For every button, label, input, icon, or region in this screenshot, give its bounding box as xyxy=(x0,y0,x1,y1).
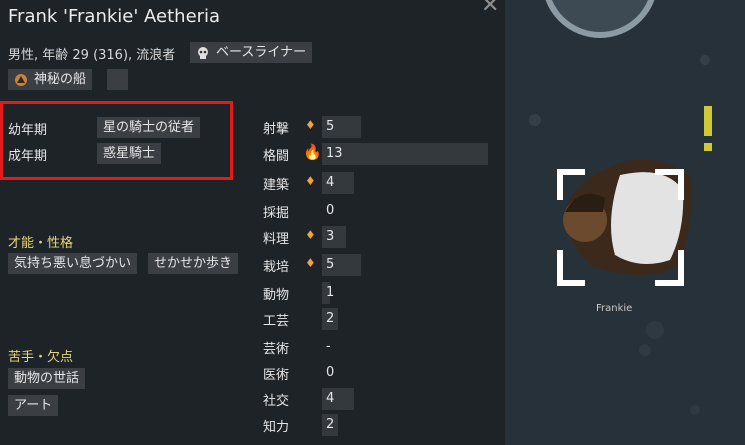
skill-name: 知力 xyxy=(263,420,290,435)
highlight-box xyxy=(0,101,233,180)
skill-level-bar xyxy=(322,143,488,165)
faction-label: 神秘の船 xyxy=(34,72,87,87)
skill-value: 4 xyxy=(326,391,335,406)
adulthood-label: 成年期 xyxy=(8,149,48,164)
skill-name: 格闘 xyxy=(263,149,290,164)
skill-row[interactable]: 格闘 🔥 13 xyxy=(263,143,488,165)
childhood-backstory[interactable]: 星の騎士の従者 xyxy=(97,117,201,138)
faction-chip[interactable]: 神秘の船 xyxy=(8,69,93,90)
skill-row[interactable]: 射撃 ♦ 5 xyxy=(263,116,443,138)
skill-row[interactable]: 採掘 0 xyxy=(263,200,443,222)
skill-value: 2 xyxy=(326,311,335,326)
skill-row[interactable]: 工芸 2 xyxy=(263,308,443,330)
pawn-name-label: Frankie xyxy=(596,303,633,314)
skill-row[interactable]: 栽培 ♦ 5 xyxy=(263,254,443,276)
empty-chip[interactable] xyxy=(107,69,128,90)
skill-value: 1 xyxy=(326,285,335,300)
minor-passion-icon: ♦ xyxy=(305,256,316,270)
incapable-chip[interactable]: 動物の世話 xyxy=(8,368,86,389)
skill-name: 建築 xyxy=(263,178,290,193)
skill-value: 13 xyxy=(326,146,343,161)
skull-icon xyxy=(198,46,208,59)
pawn-subtitle: 男性, 年齢 29 (316), 流浪者 xyxy=(8,48,176,63)
skill-value: 2 xyxy=(326,417,335,432)
skill-value: 5 xyxy=(326,257,335,272)
skill-row[interactable]: 動物 1 xyxy=(263,282,443,304)
skill-name: 採掘 xyxy=(263,206,290,221)
skill-name: 動物 xyxy=(263,288,290,303)
skill-name: 医術 xyxy=(263,368,290,383)
ideology-chip[interactable]: ベースライナー xyxy=(190,42,313,63)
close-icon[interactable]: ✕ xyxy=(481,0,499,18)
skill-value: 4 xyxy=(326,175,335,190)
skill-value: - xyxy=(326,339,331,354)
skill-name: 栽培 xyxy=(263,260,290,275)
skill-value: 3 xyxy=(326,229,335,244)
skill-row[interactable]: 芸術 - xyxy=(263,336,443,358)
skill-name: 社交 xyxy=(263,394,290,409)
trait-chip[interactable]: 気持ち悪い息づかい xyxy=(8,253,138,274)
skill-name: 射撃 xyxy=(263,122,290,137)
skill-value: 0 xyxy=(326,203,335,218)
faction-icon xyxy=(15,73,27,86)
pawn-name[interactable]: Frank 'Frankie' Aetheria xyxy=(8,6,220,27)
minor-passion-icon: ♦ xyxy=(305,174,316,188)
skill-name: 料理 xyxy=(263,232,290,247)
skill-row[interactable]: 知力 2 xyxy=(263,414,443,436)
skill-row[interactable]: 社交 4 xyxy=(263,388,443,410)
incapable-heading: 苦手・欠点 xyxy=(8,350,74,365)
game-map[interactable]: Frankie xyxy=(505,0,745,445)
incapable-chip[interactable]: アート xyxy=(8,395,59,416)
ideology-label: ベースライナー xyxy=(216,45,307,60)
skill-row[interactable]: 医術 0 xyxy=(263,362,443,384)
skill-value: 5 xyxy=(326,119,335,134)
alert-icon xyxy=(704,106,712,136)
trait-chip[interactable]: せかせか歩き xyxy=(148,253,239,274)
map-object xyxy=(545,0,655,38)
major-passion-icon: 🔥 xyxy=(303,143,322,161)
skill-name: 芸術 xyxy=(263,342,290,357)
childhood-label: 幼年期 xyxy=(8,123,48,138)
adulthood-backstory[interactable]: 惑星騎士 xyxy=(97,143,162,164)
map-canvas xyxy=(529,0,712,415)
skill-name: 工芸 xyxy=(263,314,290,329)
minor-passion-icon: ♦ xyxy=(305,228,316,242)
skill-row[interactable]: 料理 ♦ 3 xyxy=(263,226,443,248)
minor-passion-icon: ♦ xyxy=(305,118,316,132)
traits-heading: 才能・性格 xyxy=(8,236,74,251)
skill-row[interactable]: 建築 ♦ 4 xyxy=(263,172,443,194)
skill-value: 0 xyxy=(326,365,335,380)
character-panel: Frank 'Frankie' Aetheria ✕ 男性, 年齢 29 (31… xyxy=(0,0,505,445)
